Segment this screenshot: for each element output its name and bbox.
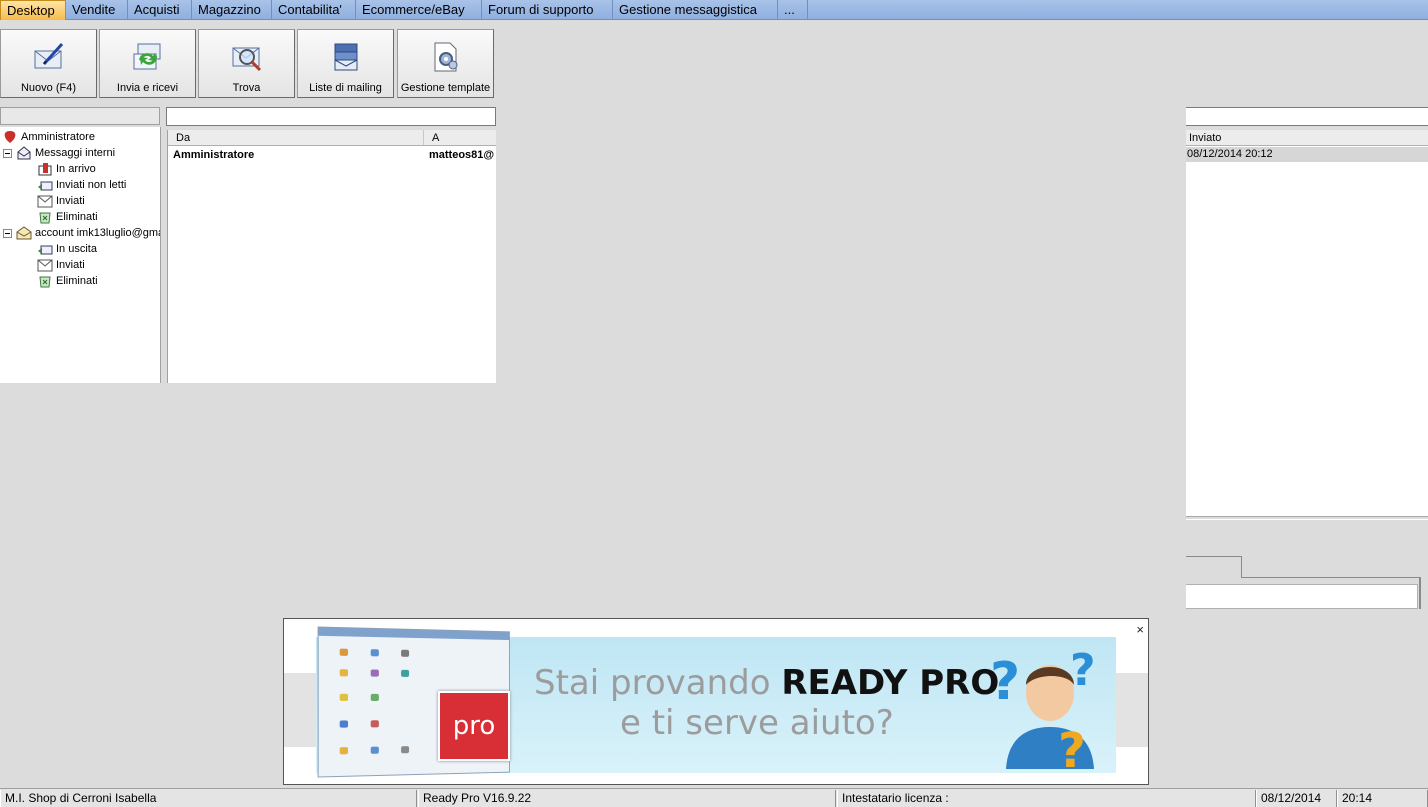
- tree-label: In arrivo: [56, 163, 96, 175]
- tree-item-account-inviati[interactable]: Inviati: [37, 257, 85, 273]
- preview-field[interactable]: [1186, 584, 1418, 609]
- banner-headline-prefix: Stai provando: [534, 663, 782, 703]
- tree-label: Amministratore: [21, 131, 95, 143]
- status-date: 08/12/2014: [1256, 790, 1337, 807]
- tree-label: Messaggi interni: [35, 147, 116, 159]
- send-receive-button[interactable]: Invia e ricevi: [99, 29, 196, 98]
- status-company: M.I. Shop di Cerroni Isabella: [0, 790, 417, 807]
- new-message-button[interactable]: Nuovo (F4): [0, 29, 97, 98]
- collapse-icon[interactable]: [3, 226, 12, 240]
- tree-item-eliminati[interactable]: Eliminati: [37, 209, 98, 225]
- send-receive-label: Invia e ricevi: [116, 82, 179, 94]
- tree-label: Inviati: [56, 195, 85, 207]
- internal-messages-icon: [16, 146, 32, 160]
- tab-acquisti[interactable]: Acquisti: [128, 0, 192, 20]
- user-shield-icon: [2, 130, 18, 144]
- find-icon: [232, 47, 261, 72]
- banner-subline: e ti serve aiuto?: [620, 703, 894, 743]
- status-version: Ready Pro V16.9.22: [418, 790, 836, 807]
- help-person-icon: ? ? ?: [990, 645, 1096, 771]
- tab-magazzino[interactable]: Magazzino: [192, 0, 272, 20]
- banner-headline: Stai provando READY PRO: [534, 663, 999, 703]
- cell-da[interactable]: Amministratore: [173, 147, 254, 163]
- tab-forum[interactable]: Forum di supporto: [482, 0, 613, 20]
- templates-button[interactable]: Gestione template: [397, 29, 494, 98]
- message-grid: Da A Amministratore matteos81@: [167, 130, 496, 383]
- tree-item-inviati[interactable]: Inviati: [37, 193, 85, 209]
- tree-item-amministratore[interactable]: Amministratore: [2, 129, 95, 145]
- tab-more[interactable]: ...: [778, 0, 808, 20]
- outbox-icon: [37, 242, 53, 256]
- tab-ecommerce[interactable]: Ecommerce/eBay: [356, 0, 482, 20]
- folder-tree: Amministratore Messaggi interni In arriv…: [0, 127, 161, 383]
- tab-messaggistica[interactable]: Gestione messaggistica: [613, 0, 778, 20]
- column-header-a[interactable]: A: [424, 130, 496, 146]
- tree-item-in-uscita[interactable]: In uscita: [37, 241, 97, 257]
- preview-tab[interactable]: [1186, 556, 1242, 578]
- account-icon: [16, 226, 32, 240]
- tab-vendite[interactable]: Vendite: [66, 0, 128, 20]
- status-license: Intestatario licenza :: [837, 790, 1256, 807]
- tree-label: Eliminati: [56, 275, 98, 287]
- tree-item-inviati-non-letti[interactable]: Inviati non letti: [37, 177, 126, 193]
- trash-icon: [37, 274, 53, 288]
- grid-filter-input[interactable]: [166, 107, 496, 126]
- help-banner[interactable]: ? ? ? pro Stai provando READY PRO e ti s…: [283, 618, 1149, 785]
- right-grid: Inviato 08/12/2014 20:12: [1186, 130, 1428, 516]
- tree-label: Inviati non letti: [56, 179, 127, 191]
- mailing-lists-button[interactable]: Liste di mailing: [297, 29, 394, 98]
- close-icon[interactable]: ×: [1136, 622, 1144, 637]
- trash-icon: [37, 210, 53, 224]
- sent-icon: [37, 194, 53, 208]
- new-message-label: Nuovo (F4): [20, 82, 77, 94]
- tree-label: In uscita: [56, 243, 97, 255]
- new-message-icon: [34, 42, 63, 69]
- banner-headline-brand: READY PRO: [781, 663, 1000, 703]
- tree-item-account-eliminati[interactable]: Eliminati: [37, 273, 98, 289]
- column-header-inviato[interactable]: Inviato: [1186, 130, 1428, 146]
- find-button[interactable]: Trova: [198, 29, 295, 98]
- collapse-icon[interactable]: [3, 146, 12, 160]
- ready-pro-logo: pro: [438, 691, 510, 761]
- tab-desktop[interactable]: Desktop: [0, 0, 66, 20]
- tree-item-in-arrivo[interactable]: In arrivo: [37, 161, 96, 177]
- tab-contabilita[interactable]: Contabilita': [272, 0, 356, 20]
- mailing-lists-label: Liste di mailing: [309, 82, 382, 94]
- send-receive-icon: [133, 43, 160, 70]
- tree-label: Eliminati: [56, 211, 98, 223]
- templates-label: Gestione template: [400, 82, 491, 94]
- tree-header: [0, 107, 160, 125]
- svg-text:?: ?: [1070, 645, 1096, 696]
- tree-item-account[interactable]: account imk13luglio@gma: [3, 225, 161, 241]
- status-time: 20:14: [1337, 790, 1428, 807]
- inbox-icon: [37, 162, 53, 176]
- svg-text:?: ?: [1058, 723, 1086, 771]
- templates-icon: [434, 42, 457, 72]
- right-filter-input[interactable]: [1186, 107, 1428, 126]
- tab-border: [1242, 577, 1420, 578]
- cell-a[interactable]: matteos81@: [429, 147, 494, 163]
- cell-inviato[interactable]: 08/12/2014 20:12: [1186, 147, 1428, 162]
- splitter[interactable]: [1186, 516, 1428, 520]
- mailing-lists-icon: [334, 43, 357, 71]
- tree-label: account imk13luglio@gma: [35, 227, 161, 239]
- main-tabbar: Desktop Vendite Acquisti Magazzino Conta…: [0, 0, 1428, 20]
- unread-sent-icon: [37, 178, 53, 192]
- find-label: Trova: [232, 82, 261, 94]
- status-bar: M.I. Shop di Cerroni Isabella Ready Pro …: [0, 788, 1428, 807]
- tab-border: [1419, 577, 1421, 609]
- column-header-da[interactable]: Da: [168, 130, 424, 146]
- tree-item-messaggi-interni[interactable]: Messaggi interni: [3, 145, 115, 161]
- sent-icon: [37, 258, 53, 272]
- tree-label: Inviati: [56, 259, 85, 271]
